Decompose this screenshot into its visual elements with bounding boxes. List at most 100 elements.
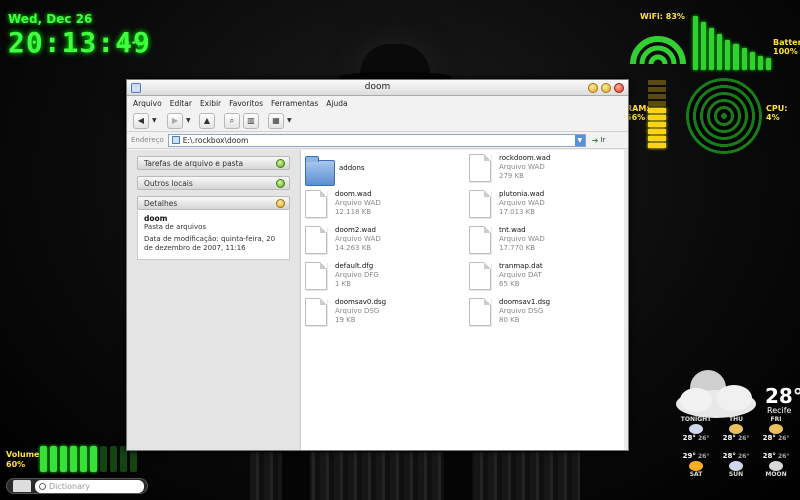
forward-button[interactable]: ▶ bbox=[167, 112, 183, 129]
file-info: tnt.wad Arquivo WAD 17.770 KB bbox=[499, 226, 545, 258]
file-icon bbox=[469, 154, 491, 182]
window-titlebar[interactable]: doom bbox=[127, 80, 628, 96]
minimize-button[interactable] bbox=[588, 83, 598, 93]
task-pane: Tarefas de arquivo e pasta Outros locais… bbox=[127, 150, 301, 450]
back-button[interactable]: ◀ bbox=[133, 112, 149, 129]
ram-meter bbox=[648, 80, 666, 148]
sun-icon bbox=[689, 461, 703, 471]
file-item[interactable]: plutonia.wad Arquivo WAD 17.013 KB bbox=[469, 190, 545, 222]
dictionary-search-input[interactable]: Dictionary bbox=[35, 479, 144, 493]
file-list: addons rockdoom.wad Arquivo WAD 279 KB doom.… bbox=[301, 150, 628, 450]
details-panel-header[interactable]: Detalhes bbox=[137, 196, 290, 210]
file-type: Arquivo WAD bbox=[335, 199, 381, 207]
volume-bar bbox=[80, 446, 87, 472]
file-size: 279 KB bbox=[499, 172, 524, 180]
battery-bar bbox=[693, 16, 699, 70]
ram-bar bbox=[648, 115, 666, 120]
file-item[interactable]: doom2.wad Arquivo WAD 14.263 KB bbox=[305, 226, 381, 258]
wifi-signal-icon bbox=[630, 36, 686, 65]
wifi-label: WiFi: 83% bbox=[640, 12, 685, 21]
file-icon bbox=[305, 298, 327, 326]
folder-small-icon bbox=[171, 136, 180, 144]
battery-label: Battery: 100% bbox=[773, 38, 800, 56]
go-button[interactable]: ➜ Ir bbox=[592, 136, 606, 145]
maximize-button[interactable] bbox=[601, 83, 611, 93]
tasks-panel: Tarefas de arquivo e pasta bbox=[137, 156, 290, 170]
file-name: doomsav0.dsg bbox=[335, 298, 387, 306]
file-item[interactable]: rockdoom.wad Arquivo WAD 279 KB bbox=[469, 154, 550, 186]
forecast-high: 28° bbox=[722, 434, 736, 442]
clock-date: Wed, Dec 26 bbox=[8, 12, 93, 26]
forecast-day: 29° 26° SAT bbox=[676, 452, 716, 486]
menu-item-exibir[interactable]: Exibir bbox=[200, 99, 221, 108]
search-button[interactable]: ⌕ bbox=[224, 112, 240, 129]
file-type: Arquivo WAD bbox=[499, 163, 545, 171]
menu-item-ajuda[interactable]: Ajuda bbox=[326, 99, 347, 108]
file-item[interactable]: default.dfg Arquivo DFG 1 KB bbox=[305, 262, 379, 294]
volume-slider[interactable] bbox=[40, 446, 137, 472]
file-item[interactable]: doomsav0.dsg Arquivo DSG 19 KB bbox=[305, 298, 386, 330]
file-size: 80 KB bbox=[499, 316, 520, 324]
expand-icon[interactable] bbox=[276, 158, 285, 168]
file-size: 19 KB bbox=[335, 316, 356, 324]
cpu-label: CPU: 4% bbox=[766, 104, 788, 122]
tasks-panel-header[interactable]: Tarefas de arquivo e pasta bbox=[137, 156, 290, 170]
other-places-panel-header[interactable]: Outros locais bbox=[137, 176, 290, 190]
address-dropdown-icon[interactable]: ▼ bbox=[574, 134, 585, 146]
file-item[interactable]: doom.wad Arquivo WAD 12.118 KB bbox=[305, 190, 381, 222]
menu-item-ferramentas[interactable]: Ferramentas bbox=[271, 99, 318, 108]
battery-bar bbox=[741, 48, 747, 70]
up-folder-button[interactable]: ▲ bbox=[199, 112, 215, 129]
folders-button[interactable]: ▥ bbox=[243, 112, 259, 129]
forecast-high: 28° bbox=[762, 452, 776, 460]
file-size: 65 KB bbox=[499, 280, 520, 288]
views-dropdown-icon[interactable]: ▼ bbox=[287, 117, 293, 124]
forecast-day: 28° 26° SUN bbox=[716, 452, 756, 486]
volume-bar bbox=[40, 446, 47, 472]
menu-item-editar[interactable]: Editar bbox=[170, 99, 192, 108]
ram-bar bbox=[648, 87, 666, 92]
forward-dropdown-icon[interactable]: ▼ bbox=[186, 117, 192, 124]
file-item[interactable]: addons bbox=[305, 154, 365, 186]
file-info: doomsav0.dsg Arquivo DSG 19 KB bbox=[335, 298, 386, 330]
ram-bar bbox=[648, 122, 666, 127]
cloud-sun-icon bbox=[729, 424, 743, 434]
forecast-low: 26° bbox=[735, 435, 750, 442]
menu-bar: Arquivo Editar Exibir Favoritos Ferramentas A… bbox=[127, 96, 628, 110]
file-icon bbox=[305, 262, 327, 290]
views-icon: ▦ bbox=[272, 115, 280, 125]
forecast-high: 28° bbox=[762, 434, 776, 442]
file-item[interactable]: tranmap.dat Arquivo DAT 65 KB bbox=[469, 262, 543, 294]
file-info: doom.wad Arquivo WAD 12.118 KB bbox=[335, 190, 381, 222]
expand-icon[interactable] bbox=[276, 178, 285, 188]
folder-icon bbox=[305, 156, 335, 186]
menu-item-arquivo[interactable]: Arquivo bbox=[133, 99, 162, 108]
close-button[interactable] bbox=[614, 83, 624, 93]
file-icon bbox=[469, 190, 491, 218]
clock-seconds-indicator: (••) bbox=[121, 38, 141, 49]
address-input[interactable]: E:\.rockbox\doom ▼ bbox=[167, 133, 586, 147]
details-panel-title: Detalhes bbox=[144, 198, 178, 208]
forecast-high: 28° bbox=[682, 434, 696, 442]
collapse-icon[interactable] bbox=[276, 198, 285, 208]
volume-label: Volume: 60% bbox=[6, 450, 43, 470]
menu-item-favoritos[interactable]: Favoritos bbox=[229, 99, 263, 108]
views-button[interactable]: ▦ bbox=[268, 112, 284, 129]
file-info: doom2.wad Arquivo WAD 14.263 KB bbox=[335, 226, 381, 258]
ram-bar bbox=[648, 136, 666, 141]
file-item[interactable]: tnt.wad Arquivo WAD 17.770 KB bbox=[469, 226, 545, 258]
back-dropdown-icon[interactable]: ▼ bbox=[152, 117, 158, 124]
forecast-day-label: SUN bbox=[728, 471, 744, 478]
forecast-day-label: TONIGHT bbox=[680, 416, 712, 423]
file-item[interactable]: doomsav1.dsg Arquivo DSG 80 KB bbox=[469, 298, 550, 330]
file-size: 12.118 KB bbox=[335, 208, 372, 216]
address-label: Endereço bbox=[131, 136, 164, 144]
ram-bar bbox=[648, 80, 666, 85]
scrollbar[interactable] bbox=[624, 150, 628, 450]
file-name: plutonia.wad bbox=[499, 190, 545, 198]
forecast-high: 28° bbox=[722, 452, 736, 460]
file-size: 17.770 KB bbox=[499, 244, 536, 252]
details-type: Pasta de arquivos bbox=[144, 223, 207, 231]
address-value: E:\.rockbox\doom bbox=[182, 135, 249, 145]
forecast-high: 29° bbox=[682, 452, 696, 460]
